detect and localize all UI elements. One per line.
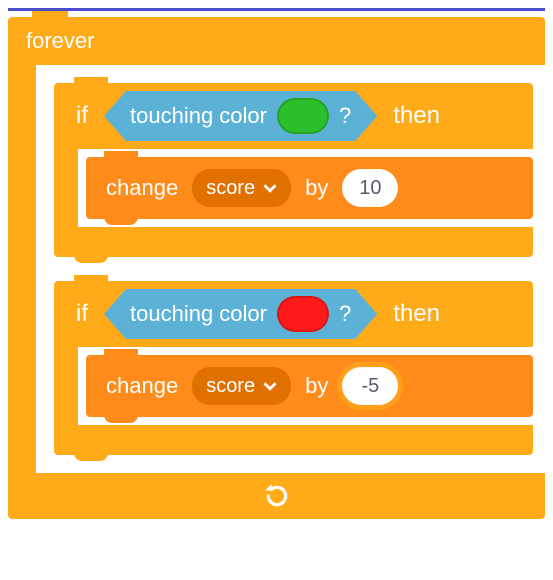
touching-color-prefix: touching color xyxy=(130,301,267,327)
change-label: change xyxy=(106,175,178,201)
forever-label: forever xyxy=(26,28,94,54)
change-variable-block-2[interactable]: change score by -5 xyxy=(86,355,533,417)
touching-color-suffix: ? xyxy=(339,301,351,327)
touching-color-condition-2[interactable]: touching color ? xyxy=(104,289,377,339)
value-text: 10 xyxy=(359,177,381,200)
variable-name: score xyxy=(206,375,255,398)
forever-arm xyxy=(8,65,36,473)
chevron-down-icon xyxy=(263,379,277,393)
by-label: by xyxy=(305,373,328,399)
chevron-down-icon xyxy=(263,181,277,195)
if-arm-1 xyxy=(54,149,78,227)
if-header-2: if touching color ? then xyxy=(54,281,533,347)
then-label: then xyxy=(393,300,440,328)
variable-dropdown-2[interactable]: score xyxy=(192,367,291,405)
change-variable-block-1[interactable]: change score by 10 xyxy=(86,157,533,219)
by-label: by xyxy=(305,175,328,201)
if-footer-1 xyxy=(54,227,533,257)
if-label: if xyxy=(76,102,88,130)
forever-header: forever xyxy=(8,17,545,65)
if-arm-2 xyxy=(54,347,78,425)
value-input-2[interactable]: -5 xyxy=(342,367,398,405)
forever-footer xyxy=(8,473,545,519)
change-label: change xyxy=(106,373,178,399)
color-swatch-green[interactable] xyxy=(277,98,329,134)
variable-name: score xyxy=(206,177,255,200)
value-input-1[interactable]: 10 xyxy=(342,169,398,207)
if-block-1[interactable]: if touching color ? then change xyxy=(54,83,533,257)
forever-block[interactable]: forever if touching color ? then xyxy=(8,17,545,519)
variable-dropdown-1[interactable]: score xyxy=(192,169,291,207)
value-text: -5 xyxy=(361,375,379,398)
if-header-1: if touching color ? then xyxy=(54,83,533,149)
if-label: if xyxy=(76,300,88,328)
color-swatch-red[interactable] xyxy=(277,296,329,332)
touching-color-suffix: ? xyxy=(339,103,351,129)
touching-color-condition-1[interactable]: touching color ? xyxy=(104,91,377,141)
loop-arrow-icon xyxy=(264,483,290,509)
touching-color-prefix: touching color xyxy=(130,103,267,129)
if-footer-2 xyxy=(54,425,533,455)
then-label: then xyxy=(393,102,440,130)
scratch-canvas: forever if touching color ? then xyxy=(8,8,545,519)
if-block-2[interactable]: if touching color ? then change xyxy=(54,281,533,455)
